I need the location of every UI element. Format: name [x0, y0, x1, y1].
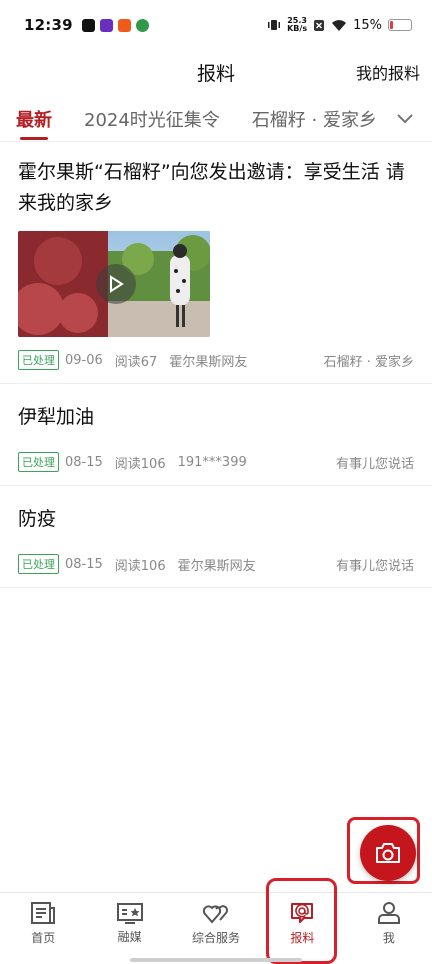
app-icon-green: [135, 18, 149, 32]
tiktok-icon: [81, 18, 95, 32]
item-date: 08-15: [65, 454, 103, 470]
item-author: 霍尔果斯网友: [169, 354, 248, 370]
page-title: 报料: [196, 62, 235, 85]
status-badge: 已处理: [18, 452, 59, 472]
item-source[interactable]: 石榴籽 · 爱家乡: [324, 351, 414, 370]
item-title[interactable]: 伊犁加油: [18, 402, 414, 433]
nav-label-report: 报料: [290, 931, 315, 945]
list-item[interactable]: 防疫 已处理 08-15 阅读106 霍尔果斯网友 有事儿您说话: [0, 486, 432, 588]
nav-item-media[interactable]: 融媒: [86, 893, 172, 954]
item-title[interactable]: 霍尔果斯“石榴籽”向您发出邀请：享受生活 请来我的家乡: [18, 157, 418, 219]
item-meta: 已处理 09-06 阅读67 霍尔果斯网友 石榴籽 · 爱家乡: [18, 337, 414, 383]
no-sim-icon: [314, 19, 325, 31]
nav-label-media: 融媒: [117, 930, 142, 944]
nav-label-home: 首页: [31, 931, 56, 945]
nav-item-home[interactable]: 首页: [0, 893, 86, 954]
home-indicator[interactable]: [130, 958, 302, 962]
status-bar: 12:39 25.3 KB/s 15%: [0, 0, 432, 50]
newspaper-icon: [31, 902, 56, 924]
my-reports-link[interactable]: 我的报料: [356, 60, 420, 84]
net-speed-unit: KB/s: [287, 24, 308, 33]
chevron-down-icon[interactable]: [396, 113, 414, 125]
camera-icon[interactable]: [374, 841, 402, 865]
item-reads: 阅读106: [114, 456, 166, 472]
report-feed: 霍尔果斯“石榴籽”向您发出邀请：享受生活 请来我的家乡 已处理 09-06 阅读…: [0, 143, 432, 588]
nav-item-services[interactable]: 综合服务: [173, 893, 259, 954]
vibrate-icon: [268, 20, 281, 30]
item-author: 霍尔果斯网友: [177, 558, 256, 574]
battery-icon: [388, 19, 412, 31]
item-reads: 阅读106: [114, 558, 166, 574]
play-icon[interactable]: [108, 275, 124, 293]
play-button[interactable]: [96, 264, 136, 304]
tab-2024-collection[interactable]: 2024时光征集令: [84, 106, 220, 132]
nav-label-me: 我: [382, 931, 395, 945]
app-icon-purple: [99, 18, 113, 32]
app-icon-orange: [117, 18, 131, 32]
item-source[interactable]: 有事儿您说话: [336, 453, 414, 472]
item-date: 09-06: [65, 352, 103, 368]
camera-report-button[interactable]: [360, 825, 416, 881]
page-header: 报料 我的报料: [0, 50, 432, 94]
net-speed: 25.3 KB/s: [287, 17, 307, 33]
tab-latest[interactable]: 最新: [16, 106, 52, 140]
tab-pomegranate-seed[interactable]: 石榴籽 · 爱家乡: [252, 106, 377, 132]
battery-level: [390, 21, 393, 29]
status-time: 12:39: [24, 16, 73, 34]
item-date: 08-15: [65, 556, 103, 572]
item-source[interactable]: 有事儿您说话: [336, 555, 414, 574]
status-badge: 已处理: [18, 554, 59, 574]
nav-item-me[interactable]: 我: [346, 893, 432, 954]
item-meta: 已处理 08-15 阅读106 霍尔果斯网友 有事儿您说话: [18, 541, 414, 587]
report-at-icon: [291, 903, 314, 923]
nav-item-report[interactable]: 报料: [259, 893, 345, 954]
battery-percent: 15%: [353, 17, 382, 33]
list-item[interactable]: 伊犁加油 已处理 08-15 阅读106 191***399 有事儿您说话: [0, 384, 432, 486]
item-title[interactable]: 防疫: [18, 504, 414, 535]
bottom-nav: 首页 融媒 综合服务 报料 我: [0, 892, 432, 954]
category-tabs: 最新 2024时光征集令 石榴籽 · 爱家乡: [0, 96, 432, 142]
item-author: 191***399: [177, 454, 247, 470]
item-meta: 已处理 08-15 阅读106 191***399 有事儿您说话: [18, 439, 414, 485]
nav-label-services: 综合服务: [192, 931, 241, 945]
person-icon: [377, 902, 400, 924]
tabs-expand[interactable]: [372, 96, 432, 141]
video-thumbnail[interactable]: [18, 231, 210, 337]
status-badge: 已处理: [18, 350, 59, 370]
item-reads: 阅读67: [114, 354, 158, 370]
list-item[interactable]: 霍尔果斯“石榴籽”向您发出邀请：享受生活 请来我的家乡 已处理 09-06 阅读…: [0, 143, 432, 384]
media-star-icon: [116, 903, 143, 924]
wifi-icon: [332, 19, 347, 31]
hearts-icon: [202, 905, 229, 924]
status-app-icons: [81, 18, 149, 32]
